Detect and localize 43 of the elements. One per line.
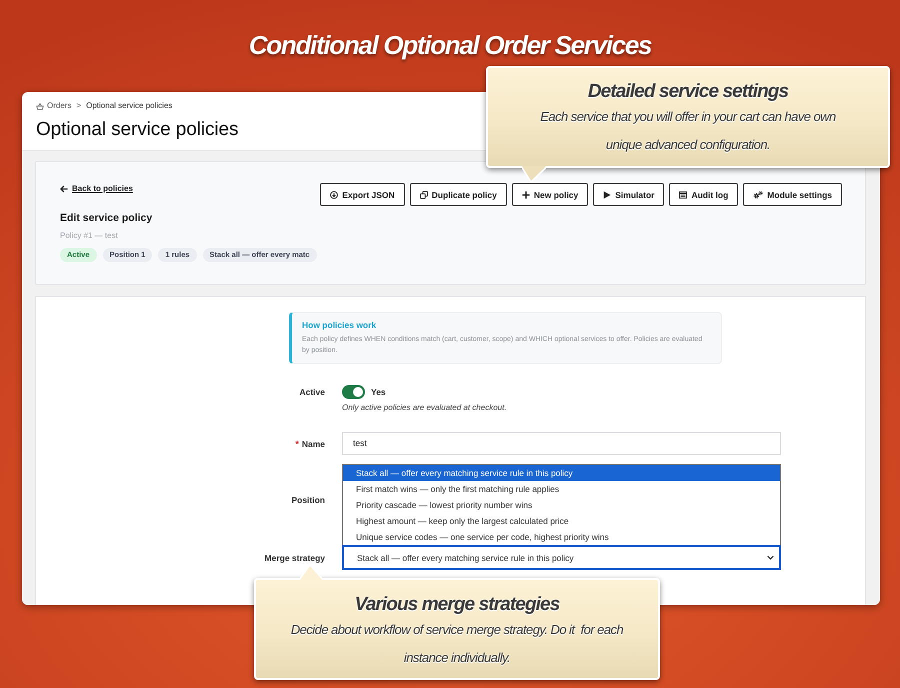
toggle-switch[interactable] [342, 385, 365, 399]
select-field[interactable]: Stack all — offer every matching service rule in this policy [342, 545, 781, 570]
toolbar-button[interactable]: Duplicate policy [410, 183, 507, 206]
policy-subtitle: Policy #1 — test [60, 230, 118, 242]
required-mark: * [295, 438, 299, 450]
gears-icon [753, 190, 764, 198]
dropdown-option[interactable]: Highest amount — keep only the largest calculated price [343, 513, 780, 529]
breadcrumb-current: Optional service policies [86, 100, 172, 112]
dropdown-option[interactable]: Priority cascade — lowest priority number wins [343, 497, 780, 513]
toggle-label: Yes [371, 386, 386, 399]
plus-icon [522, 190, 530, 198]
copy-icon [420, 190, 428, 198]
toolbar-button[interactable]: Simulator [593, 183, 664, 206]
field-label: Merge strategy [264, 552, 325, 564]
field-hint: Only active policies are evaluated at checkout. [342, 402, 507, 414]
dropdown-option[interactable]: Unique service codes — one service per code, highest priority wins [343, 529, 780, 545]
callout-text: Decide about workflow of service merge strategy. Do it for each instance individually. [290, 621, 624, 667]
callout-title: Various merge strategies [354, 594, 560, 616]
dropdown-option[interactable]: Stack all — offer every matching service rule in this policy [343, 465, 780, 481]
breadcrumb-separator: > [76, 100, 82, 112]
name-input-field[interactable]: test [342, 432, 781, 455]
back-link[interactable]: Back to policies [60, 183, 133, 195]
headline: Conditional Optional Order Services [248, 29, 652, 61]
toolbar-button[interactable]: Module settings [743, 183, 842, 206]
toolbar-button[interactable]: Export JSON [320, 183, 405, 206]
caret-icon [767, 555, 774, 560]
field-label: Active [299, 386, 325, 399]
page-title: Optional service policies [36, 119, 238, 141]
callout-title: Detailed service settings [588, 81, 788, 103]
field-label: Position [291, 494, 325, 506]
field-label: Name [302, 438, 325, 450]
download-icon [330, 190, 338, 198]
info-title: How policies work [302, 319, 376, 331]
section-title: Edit service policy [60, 211, 152, 225]
toolbar-button[interactable]: New policy [512, 183, 588, 206]
basket-icon [36, 102, 44, 110]
dropdown-option[interactable]: First match wins — only the first matching rule applies [343, 481, 780, 497]
breadcrumb-link[interactable]: Orders [36, 100, 72, 112]
toolbar-button[interactable]: Audit log [669, 183, 738, 206]
play-icon [603, 190, 612, 198]
arrow-left-icon [60, 185, 68, 193]
callout-text: Each service that you will offer in your cart can have own unique advanced configuration. [539, 108, 837, 154]
list-icon [679, 190, 688, 198]
